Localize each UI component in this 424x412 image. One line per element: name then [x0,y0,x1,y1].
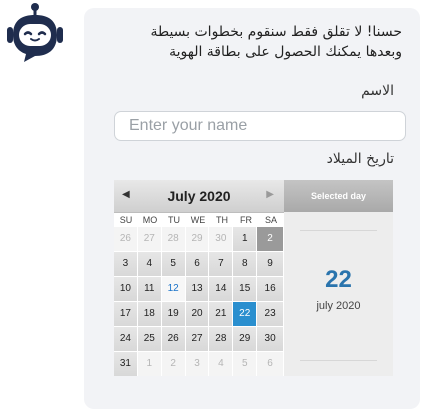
calendar-day[interactable]: 4 [137,252,161,276]
birthdate-label: تاريخ الميلاد [326,151,394,167]
selected-day-panel: Selected day 22 july 2020 [284,180,393,376]
calendar-month-view: ◀ July 2020 ▶ SU MO TU WE TH FR SA 26 27… [114,180,284,376]
calendar-week: 17 18 19 20 21 22 23 [114,302,284,327]
next-month-icon[interactable]: ▶ [266,189,274,200]
calendar-day[interactable]: 3 [114,252,137,276]
calendar-day[interactable]: 11 [137,277,161,301]
message-line-2: وبعدها يمكنك الحصول على بطاقة الهوية [169,44,402,60]
calendar-day[interactable]: 5 [233,352,257,376]
calendar-day[interactable]: 16 [257,277,283,301]
calendar-day[interactable]: 27 [137,227,161,251]
calendar-day[interactable]: 9 [257,252,283,276]
calendar-day[interactable]: 27 [185,327,209,351]
calendar-day[interactable]: 25 [137,327,161,351]
weekday-label: MO [142,215,158,225]
calendar-day[interactable]: 31 [114,352,137,376]
calendar-grid: SU MO TU WE TH FR SA 26 27 28 29 30 1 2 [114,213,284,377]
name-input[interactable] [114,111,406,141]
calendar-day[interactable]: 24 [114,327,137,351]
calendar-day[interactable]: 29 [233,327,257,351]
calendar-day[interactable]: 28 [209,327,233,351]
calendar-day[interactable]: 23 [257,302,283,326]
selected-day-month: july 2020 [316,300,361,312]
calendar-day[interactable]: 21 [209,302,233,326]
selected-day-header: Selected day [284,180,393,212]
calendar-day[interactable]: 17 [114,302,137,326]
calendar-day[interactable]: 2 [161,352,185,376]
calendar-week: 3 4 5 6 7 8 9 [114,252,284,277]
calendar-day[interactable]: 19 [161,302,185,326]
robot-icon [7,3,63,62]
calendar-day[interactable]: 2 [257,227,283,251]
calendar-day[interactable]: 1 [233,227,257,251]
calendar-day[interactable]: 28 [161,227,185,251]
weekday-label: SU [119,215,133,225]
calendar-week: 24 25 26 27 28 29 30 [114,327,284,352]
calendar-week: 31 1 2 3 4 5 6 [114,352,284,377]
calendar-week: 26 27 28 29 30 1 2 [114,227,284,252]
calendar-day[interactable]: 26 [114,227,137,251]
calendar-week: 10 11 12 13 14 15 16 [114,277,284,302]
calendar-month-title: July 2020 [167,188,231,204]
calendar-day[interactable]: 7 [209,252,233,276]
calendar-day[interactable]: 13 [185,277,209,301]
calendar-day[interactable]: 1 [137,352,161,376]
divider [300,230,377,231]
calendar-day[interactable]: 29 [185,227,209,251]
calendar-day-today[interactable]: 12 [161,277,185,301]
calendar-day[interactable]: 4 [209,352,233,376]
calendar-day[interactable]: 3 [185,352,209,376]
weekday-row: SU MO TU WE TH FR SA [114,213,284,227]
calendar-day[interactable]: 14 [209,277,233,301]
calendar-day[interactable]: 30 [257,327,283,351]
bot-message: حسنا! لا تقلق فقط سنقوم بخطوات بسيطة وبع… [112,22,402,62]
calendar-day-selected[interactable]: 22 [233,302,257,326]
message-line-1: حسنا! لا تقلق فقط سنقوم بخطوات بسيطة [150,24,402,40]
weekday-label: WE [190,215,206,225]
calendar-day[interactable]: 30 [209,227,233,251]
calendar-day[interactable]: 18 [137,302,161,326]
divider [300,360,377,361]
calendar-day[interactable]: 8 [233,252,257,276]
weekday-label: SA [264,215,277,225]
calendar-day[interactable]: 15 [233,277,257,301]
name-label: الاسم [361,83,394,99]
calendar-day[interactable]: 20 [185,302,209,326]
calendar-day[interactable]: 10 [114,277,137,301]
calendar-header: ◀ July 2020 ▶ [114,180,284,213]
weekday-label: FR [240,215,252,225]
weekday-label: TU [168,215,180,225]
bot-avatar [2,2,68,68]
calendar-day[interactable]: 6 [185,252,209,276]
calendar-day[interactable]: 5 [161,252,185,276]
chat-bubble: حسنا! لا تقلق فقط سنقوم بخطوات بسيطة وبع… [84,8,420,409]
calendar-day[interactable]: 26 [161,327,185,351]
calendar-day[interactable]: 6 [257,352,283,376]
selected-day-number: 22 [325,266,352,293]
weekday-label: TH [216,215,228,225]
date-picker: ◀ July 2020 ▶ SU MO TU WE TH FR SA 26 27… [114,180,393,376]
